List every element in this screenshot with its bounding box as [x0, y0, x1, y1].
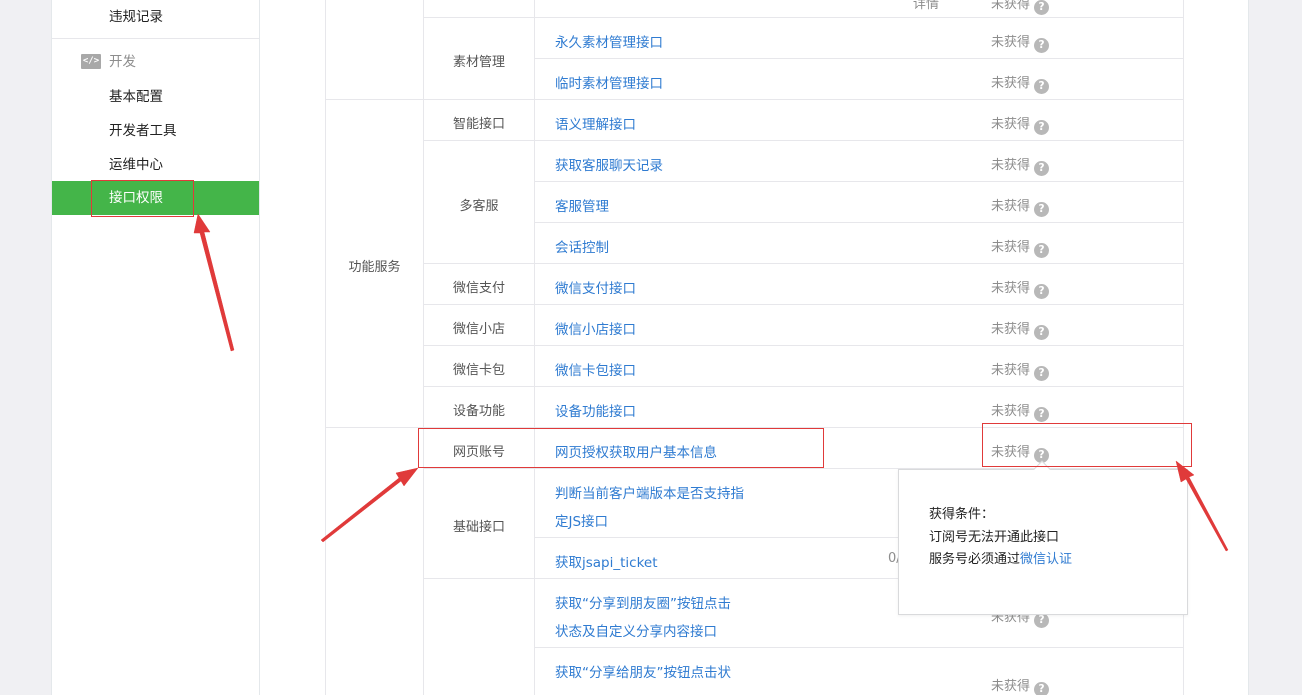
- sidebar-item-violations[interactable]: 违规记录: [52, 0, 259, 34]
- help-icon[interactable]: ?: [1034, 243, 1050, 258]
- group-smart: 智能接口: [452, 117, 505, 132]
- popover-line1: 订阅号无法开通此接口: [929, 530, 1060, 545]
- category-func-services: 功能服务: [348, 260, 401, 275]
- api-link-shop[interactable]: 微信小店接口: [555, 318, 636, 338]
- code-icon: </>: [81, 54, 101, 69]
- sidebar-section-label: 开发: [109, 54, 136, 70]
- group-shop: 微信小店: [452, 322, 505, 337]
- api-link-kefu-manage[interactable]: 客服管理: [555, 195, 609, 215]
- status-kefu-log: 未获得?: [991, 154, 1050, 176]
- api-link-perm-material[interactable]: 永久素材管理接口: [555, 31, 663, 51]
- sidebar-section-develop: </> 开发: [52, 45, 136, 79]
- status-card: 未获得?: [991, 359, 1050, 381]
- status-temp-material: 未获得?: [991, 72, 1050, 94]
- help-icon[interactable]: ?: [1034, 284, 1050, 299]
- api-link-check-js-line1[interactable]: 判断当前客户端版本是否支持指: [555, 482, 744, 502]
- api-link-pay[interactable]: 微信支付接口: [555, 277, 636, 297]
- sidebar-divider: [52, 38, 259, 39]
- api-link-check-js-line2[interactable]: 定JS接口: [555, 510, 608, 530]
- api-link-share-timeline-line1[interactable]: 获取“分享到朋友圈”按钮点击: [555, 592, 731, 612]
- api-link-device[interactable]: 设备功能接口: [555, 400, 636, 420]
- help-icon[interactable]: ?: [1034, 407, 1050, 422]
- help-icon[interactable]: ?: [1034, 38, 1050, 53]
- sidebar-item-dev-tools[interactable]: 开发者工具: [52, 114, 259, 148]
- status-kefu-manage: 未获得?: [991, 195, 1050, 217]
- sidebar-item-ops-center[interactable]: 运维中心: [52, 148, 259, 182]
- status-share-friend: 未获得?: [991, 675, 1050, 695]
- help-icon[interactable]: ?: [1034, 0, 1050, 15]
- group-card: 微信卡包: [452, 363, 505, 378]
- help-icon[interactable]: ?: [1034, 202, 1050, 217]
- help-icon[interactable]: ?: [1034, 325, 1050, 340]
- sidebar-item-basic-config[interactable]: 基本配置: [52, 80, 259, 114]
- api-link-temp-material[interactable]: 临时素材管理接口: [555, 72, 663, 92]
- annotation-box-sidebar: [91, 180, 194, 217]
- group-material: 素材管理: [452, 55, 505, 70]
- help-icon[interactable]: ?: [1034, 120, 1050, 135]
- status-device: 未获得?: [991, 400, 1050, 422]
- api-link-card[interactable]: 微信卡包接口: [555, 359, 636, 379]
- group-kefu: 多客服: [459, 199, 499, 214]
- annotation-box-status: [982, 423, 1192, 467]
- help-icon[interactable]: ?: [1034, 79, 1050, 94]
- status-shop: 未获得?: [991, 318, 1050, 340]
- help-icon[interactable]: ?: [1034, 161, 1050, 176]
- status-session-ctrl: 未获得?: [991, 236, 1050, 258]
- status-pay: 未获得?: [991, 277, 1050, 299]
- acquire-conditions-popover: 获得条件： 订阅号无法开通此接口 服务号必须通过微信认证: [898, 460, 1188, 615]
- status-semantic: 未获得?: [991, 113, 1050, 135]
- help-icon[interactable]: ?: [1034, 613, 1050, 628]
- group-basic: 基础接口: [452, 520, 505, 535]
- help-icon[interactable]: ?: [1034, 366, 1050, 381]
- details-link[interactable]: 详情: [913, 0, 939, 12]
- sidebar: 违规记录 </> 开发 基本配置 开发者工具 运维中心 接口权限: [51, 0, 260, 695]
- api-link-kefu-log[interactable]: 获取客服聊天记录: [555, 154, 663, 174]
- api-link-semantic[interactable]: 语义理解接口: [555, 113, 636, 133]
- api-link-jsapi-ticket[interactable]: 获取jsapi_ticket: [555, 551, 658, 571]
- api-link-share-timeline-line2[interactable]: 状态及自定义分享内容接口: [555, 620, 717, 640]
- group-device: 设备功能: [452, 404, 505, 419]
- popover-line2: 服务号必须通过微信认证: [929, 552, 1073, 567]
- popover-title: 获得条件：: [929, 507, 995, 522]
- help-icon[interactable]: ?: [1034, 682, 1050, 695]
- api-link-session-ctrl[interactable]: 会话控制: [555, 236, 609, 256]
- status-perm-material: 未获得?: [991, 31, 1050, 53]
- group-pay: 微信支付: [452, 281, 505, 296]
- api-link-share-friend-line1[interactable]: 获取“分享给朋友”按钮点击状: [555, 661, 731, 681]
- status-row-0: 未获得?: [991, 0, 1050, 15]
- annotation-box-oauth-row: [418, 428, 824, 468]
- wechat-verify-link[interactable]: 微信认证: [1020, 552, 1072, 567]
